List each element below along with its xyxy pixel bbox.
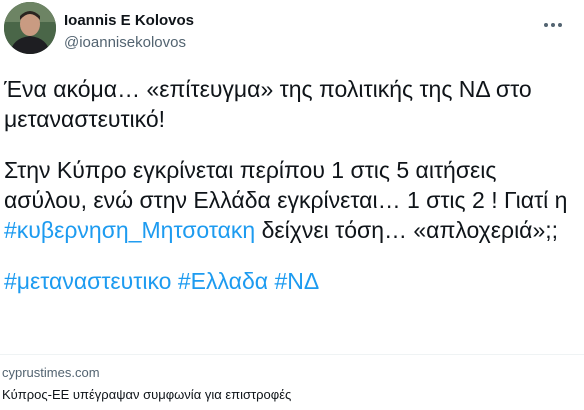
link-card-title: Κύπρος-ΕΕ υπέγραψαν συμφωνία για επιστρο… xyxy=(2,387,292,402)
avatar[interactable] xyxy=(4,2,56,54)
tweet-text-segment: δείχνει τόση… «απλοχεριά»;; xyxy=(255,217,559,243)
tweet: Ioannis E Kolovos @ioannisekolovos Ένα α… xyxy=(0,0,584,410)
hashtag-link-kyvernisi[interactable]: #κυβερνηση_Μητσοτακη xyxy=(4,217,255,243)
link-preview-card[interactable]: cyprustimes.com Κύπρος-ΕΕ υπέγραψαν συμφ… xyxy=(0,354,584,410)
link-card-domain: cyprustimes.com xyxy=(2,365,100,380)
more-horizontal-icon xyxy=(544,23,562,27)
hashtag-link-metanasteftiko[interactable]: #μεταναστευτικο xyxy=(4,268,171,294)
hashtag-link-ellada[interactable]: #Ελλαδα xyxy=(178,268,268,294)
author-display-name[interactable]: Ioannis E Kolovos xyxy=(64,12,194,29)
author-handle[interactable]: @ioannisekolovos xyxy=(64,34,186,51)
tweet-paragraph-1: Ένα ακόμα… «επίτευγμα» της πολιτικής της… xyxy=(4,76,532,132)
more-options-button[interactable] xyxy=(536,8,570,42)
hashtag-link-nd[interactable]: #ΝΔ xyxy=(274,268,319,294)
tweet-hashtags: #μεταναστευτικο #Ελλαδα #ΝΔ xyxy=(4,266,576,296)
tweet-text: Ένα ακόμα… «επίτευγμα» της πολιτικής της… xyxy=(4,74,576,296)
profile-photo-icon xyxy=(4,2,56,54)
tweet-text-segment: Στην Κύπρο εγκρίνεται περίπου 1 στις 5 α… xyxy=(4,157,568,213)
tweet-paragraph-2: Στην Κύπρο εγκρίνεται περίπου 1 στις 5 α… xyxy=(4,155,576,245)
